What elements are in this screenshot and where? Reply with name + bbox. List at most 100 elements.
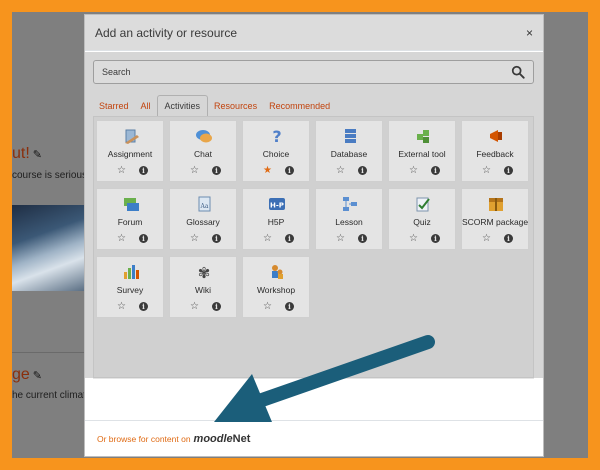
info-icon[interactable]: i: [139, 234, 148, 243]
glossary-icon: Aa: [198, 196, 211, 212]
search-input[interactable]: [102, 67, 511, 77]
tab-recommended[interactable]: Recommended: [263, 97, 336, 116]
star-icon[interactable]: ☆: [190, 301, 199, 312]
info-icon[interactable]: i: [212, 234, 221, 243]
activity-card-wiki[interactable]: ✾ Wiki ☆ i: [169, 256, 237, 318]
database-icon: [345, 129, 356, 143]
svg-text:?: ?: [272, 127, 281, 145]
moodlenet-logo-moodle: moodle: [193, 432, 233, 445]
activity-card-scorm-package[interactable]: SCORM package ☆ i: [461, 188, 529, 250]
info-icon[interactable]: i: [504, 166, 513, 175]
assignment-icon: [125, 129, 139, 144]
activity-card-forum[interactable]: Forum ☆ i: [96, 188, 164, 250]
activity-card-glossary[interactable]: Aa Glossary ☆ i: [169, 188, 237, 250]
info-icon[interactable]: i: [431, 234, 440, 243]
star-icon[interactable]: ☆: [482, 233, 491, 244]
activity-card-label: Assignment: [107, 149, 153, 159]
activity-card-survey[interactable]: Survey ☆ i: [96, 256, 164, 318]
info-icon[interactable]: i: [139, 302, 148, 311]
info-icon[interactable]: i: [285, 302, 294, 311]
scorm-icon: [489, 198, 503, 211]
edit-pencil-icon: ✎: [32, 370, 43, 382]
section-heading-2-text: ge: [12, 366, 30, 383]
tab-resources[interactable]: Resources: [208, 97, 263, 116]
activity-card-label: Database: [330, 149, 368, 159]
section-snippet-2: he current climate: [12, 390, 92, 401]
activity-card-label: Glossary: [186, 217, 220, 227]
svg-text:Aa: Aa: [200, 203, 209, 210]
quiz-icon: [416, 197, 430, 212]
info-icon[interactable]: i: [212, 166, 221, 175]
star-icon[interactable]: ☆: [263, 301, 272, 312]
survey-icon: [124, 265, 139, 279]
wiki-icon: ✾: [198, 264, 211, 281]
info-icon[interactable]: i: [139, 166, 148, 175]
activity-card-label: Quiz: [413, 217, 431, 227]
moodlenet-logo[interactable]: moodleNet: [194, 433, 251, 445]
activity-card-label: Survey: [116, 285, 144, 295]
tab-all[interactable]: All: [135, 97, 157, 116]
info-icon[interactable]: i: [285, 166, 294, 175]
info-icon[interactable]: i: [358, 166, 367, 175]
chat-icon: [196, 130, 212, 143]
modal-footer: Or browse for content on moodleNet: [85, 420, 543, 456]
activity-card-label: Choice: [262, 149, 290, 159]
activity-chooser-modal: Add an activity or resource × Starred Al…: [84, 14, 544, 457]
choice-icon: ?: [272, 127, 281, 145]
course-image: [12, 205, 84, 291]
activity-card-assignment[interactable]: Assignment ☆ i: [96, 120, 164, 182]
info-icon[interactable]: i: [212, 302, 221, 311]
info-icon[interactable]: i: [431, 166, 440, 175]
star-icon[interactable]: ☆: [336, 165, 345, 176]
activity-card-label: External tool: [398, 149, 446, 159]
activity-card-h5p[interactable]: H-P H5P ☆ i: [242, 188, 310, 250]
svg-text:✾: ✾: [198, 264, 211, 281]
activity-card-label: Chat: [194, 149, 212, 159]
star-icon[interactable]: ☆: [409, 233, 418, 244]
activity-card-label: Forum: [117, 217, 143, 227]
activity-card-label: Workshop: [256, 285, 296, 295]
activity-card-choice[interactable]: ? Choice ★ i: [242, 120, 310, 182]
tab-starred[interactable]: Starred: [93, 97, 135, 116]
activity-card-label: Feedback: [476, 149, 514, 159]
star-icon[interactable]: ☆: [117, 233, 126, 244]
workshop-icon: [272, 265, 283, 279]
forum-icon: [124, 198, 139, 211]
star-icon[interactable]: ☆: [263, 233, 272, 244]
close-button[interactable]: ×: [526, 26, 533, 40]
star-icon[interactable]: ☆: [117, 165, 126, 176]
section-snippet-1: course is serious!: [12, 170, 90, 181]
info-icon[interactable]: i: [504, 234, 513, 243]
lesson-icon: [343, 197, 357, 211]
search-box: [93, 60, 534, 84]
search-icon[interactable]: [511, 65, 525, 79]
activity-card-chat[interactable]: Chat ☆ i: [169, 120, 237, 182]
activity-card-feedback[interactable]: Feedback ☆ i: [461, 120, 529, 182]
star-icon[interactable]: ☆: [409, 165, 418, 176]
star-icon[interactable]: ☆: [190, 233, 199, 244]
edit-pencil-icon: ✎: [32, 149, 43, 161]
star-icon[interactable]: ☆: [482, 165, 491, 176]
activity-card-workshop[interactable]: Workshop ☆ i: [242, 256, 310, 318]
activity-card-database[interactable]: Database ☆ i: [315, 120, 383, 182]
info-icon[interactable]: i: [285, 234, 294, 243]
star-icon[interactable]: ☆: [190, 165, 199, 176]
star-filled-icon[interactable]: ★: [263, 165, 272, 176]
external-tool-icon: [417, 130, 429, 143]
section-heading-2: ge ✎: [12, 366, 42, 384]
divider: [12, 352, 84, 353]
activity-card-quiz[interactable]: Quiz ☆ i: [388, 188, 456, 250]
activity-card-lesson[interactable]: Lesson ☆ i: [315, 188, 383, 250]
h5p-icon: H-P: [269, 198, 285, 210]
modal-header: Add an activity or resource ×: [85, 15, 543, 51]
tab-activities[interactable]: Activities: [156, 95, 209, 116]
browse-moodlenet-link[interactable]: Or browse for content on: [97, 434, 191, 444]
info-icon[interactable]: i: [358, 234, 367, 243]
activity-card-external-tool[interactable]: External tool ☆ i: [388, 120, 456, 182]
section-heading-1: ut! ✎: [12, 145, 42, 163]
modal-title: Add an activity or resource: [95, 25, 238, 40]
star-icon[interactable]: ☆: [336, 233, 345, 244]
star-icon[interactable]: ☆: [117, 301, 126, 312]
chooser-tabs: Starred All Activities Resources Recomme…: [93, 95, 336, 116]
activity-card-label: SCORM package: [462, 217, 529, 227]
